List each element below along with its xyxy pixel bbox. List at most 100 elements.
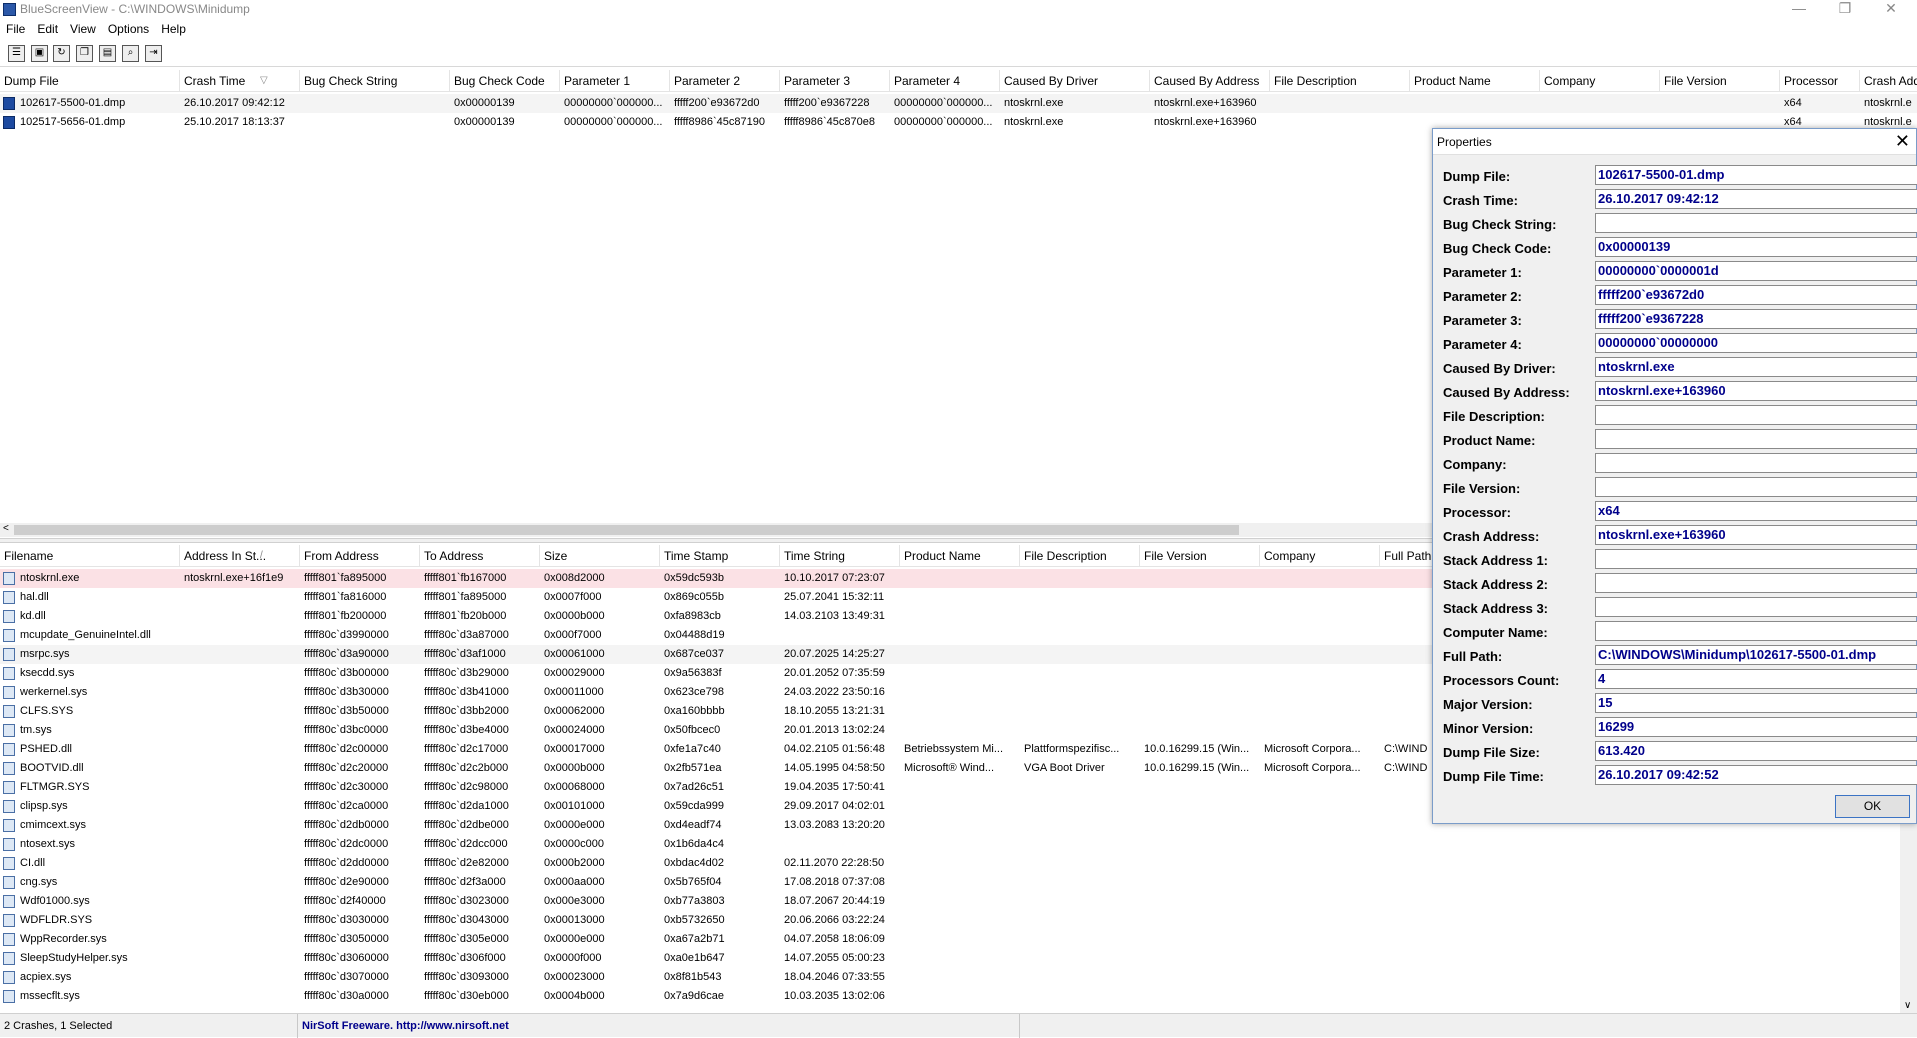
table-row[interactable]: cng.sys fffff80c`d2e90000 fffff80c`d2f3a00… [0, 873, 1900, 892]
table-cell: WppRecorder.sys [20, 933, 107, 945]
table-row[interactable]: Wdf01000.sys fffff80c`d2f40000 fffff80c`d3… [0, 892, 1900, 911]
table-cell: 0x00013000 [544, 914, 605, 926]
table-cell: tm.sys [20, 724, 52, 736]
property-value-field[interactable] [1595, 573, 1917, 593]
table-cell: fffff8986`45c87190 [674, 116, 765, 128]
copy-icon[interactable]: ❐ [76, 45, 93, 62]
crash-column-header[interactable]: Product Name [1410, 70, 1540, 92]
table-row[interactable]: ntosext.sys fffff80c`d2dc0000 fffff80c`d2d… [0, 835, 1900, 854]
html-report-icon[interactable]: ▤ [99, 45, 116, 62]
driver-column-header[interactable]: Time Stamp [660, 545, 780, 567]
crash-column-header[interactable]: File Version [1660, 70, 1780, 92]
property-value-field[interactable]: 16299 [1595, 717, 1917, 737]
property-value-field[interactable] [1595, 621, 1917, 641]
crash-column-header[interactable]: Parameter 3 [780, 70, 890, 92]
menu-help[interactable]: Help [155, 20, 192, 36]
ok-button[interactable]: OK [1835, 795, 1910, 818]
crash-column-header[interactable]: Caused By Address [1150, 70, 1270, 92]
property-value-field[interactable]: ntoskrnl.exe+163960 [1595, 381, 1917, 401]
table-cell: 0x00068000 [544, 781, 605, 793]
crash-column-header[interactable]: Crash Time [180, 70, 300, 92]
driver-column-header[interactable]: Time String [780, 545, 900, 567]
table-cell: fffff80c`d3030000 [304, 914, 389, 926]
table-row[interactable]: acpiex.sys fffff80c`d3070000 fffff80c`d309… [0, 968, 1900, 987]
property-value-field[interactable]: x64 [1595, 501, 1917, 521]
table-cell: 0x00023000 [544, 971, 605, 983]
property-value-field[interactable]: fffff200`e9367228 [1595, 309, 1917, 329]
scrollbar-thumb[interactable] [14, 525, 1239, 535]
table-row[interactable]: mssecflt.sys fffff80c`d30a0000 fffff80c`d3… [0, 987, 1900, 1006]
property-value-field[interactable] [1595, 429, 1917, 449]
driver-column-header[interactable]: File Description [1020, 545, 1140, 567]
file-icon [3, 572, 15, 585]
property-value-field[interactable]: 00000000`0000001d [1595, 261, 1917, 281]
driver-column-header[interactable]: Size [540, 545, 660, 567]
crash-column-header[interactable]: Company [1540, 70, 1660, 92]
crash-column-header[interactable]: Bug Check Code [450, 70, 560, 92]
table-cell: fffff80c`d3093000 [424, 971, 509, 983]
table-cell: fffff8986`45c870e8 [784, 116, 875, 128]
crash-column-header[interactable]: Parameter 1 [560, 70, 670, 92]
crash-column-header[interactable]: Parameter 4 [890, 70, 1000, 92]
driver-column-header[interactable]: To Address [420, 545, 540, 567]
driver-column-header[interactable]: Filename [0, 545, 180, 567]
table-row[interactable]: SleepStudyHelper.sys fffff80c`d3060000 fff… [0, 949, 1900, 968]
table-cell: 20.01.2052 07:35:59 [784, 667, 885, 679]
scroll-left-icon[interactable]: < [3, 523, 9, 534]
menu-options[interactable]: Options [102, 20, 155, 36]
property-value-field[interactable]: 102617-5500-01.dmp [1595, 165, 1917, 185]
refresh-icon[interactable]: ↻ [53, 45, 70, 62]
property-value-field[interactable]: 613.420 [1595, 741, 1917, 761]
crash-column-header[interactable]: File Description [1270, 70, 1410, 92]
crash-column-header[interactable]: Processor [1780, 70, 1860, 92]
scroll-down-icon[interactable]: ∨ [1904, 1000, 1911, 1011]
property-value-field[interactable] [1595, 549, 1917, 569]
crash-column-header[interactable]: Caused By Driver [1000, 70, 1150, 92]
driver-column-header[interactable]: File Version [1140, 545, 1260, 567]
maximize-button[interactable]: ❐ [1822, 0, 1868, 20]
minimize-button[interactable]: — [1776, 0, 1822, 20]
property-value-field[interactable]: ntoskrnl.exe [1595, 357, 1917, 377]
property-value-field[interactable] [1595, 405, 1917, 425]
driver-column-header[interactable]: From Address [300, 545, 420, 567]
property-value-field[interactable]: 26.10.2017 09:42:52 [1595, 765, 1917, 785]
crash-column-header[interactable]: Bug Check String [300, 70, 450, 92]
property-value-field[interactable]: 00000000`00000000 [1595, 333, 1917, 353]
table-row[interactable]: WDFLDR.SYS fffff80c`d3030000 fffff80c`d304… [0, 911, 1900, 930]
driver-column-header[interactable]: Product Name [900, 545, 1020, 567]
property-value-field[interactable]: fffff200`e93672d0 [1595, 285, 1917, 305]
property-value-field[interactable]: 15 [1595, 693, 1917, 713]
crash-column-header[interactable]: Dump File [0, 70, 180, 92]
menu-edit[interactable]: Edit [31, 20, 64, 36]
properties-icon[interactable]: ☰ [8, 45, 25, 62]
driver-column-header[interactable]: Company [1260, 545, 1380, 567]
property-value-field[interactable]: ntoskrnl.exe+163960 [1595, 525, 1917, 545]
table-cell: clipsp.sys [20, 800, 68, 812]
menu-file[interactable]: File [0, 20, 31, 36]
property-value-field[interactable]: C:\WINDOWS\Minidump\102617-5500-01.dmp [1595, 645, 1917, 665]
exit-icon[interactable]: ⇥ [145, 45, 162, 62]
property-value-field[interactable] [1595, 477, 1917, 497]
table-cell: Microsoft Corpora... [1264, 762, 1361, 774]
property-value-field[interactable]: 26.10.2017 09:42:12 [1595, 189, 1917, 209]
crash-column-header[interactable]: Parameter 2 [670, 70, 780, 92]
property-value-field[interactable] [1595, 453, 1917, 473]
file-icon [3, 819, 15, 832]
driver-column-header[interactable]: Address In St... [180, 545, 300, 567]
property-value-field[interactable]: 0x00000139 [1595, 237, 1917, 257]
property-value-field[interactable]: 4 [1595, 669, 1917, 689]
save-icon[interactable]: ▣ [31, 45, 48, 62]
table-row[interactable]: CI.dll fffff80c`d2dd0000 fffff80c`d2e82000… [0, 854, 1900, 873]
property-value-field[interactable] [1595, 597, 1917, 617]
nirsoft-link[interactable]: NirSoft Freeware. http://www.nirsoft.net [298, 1014, 1020, 1038]
dialog-close-icon[interactable]: ✕ [1895, 131, 1910, 151]
table-row[interactable]: 102617-5500-01.dmp 26.10.2017 09:42:12 0x0… [0, 94, 1917, 113]
close-button[interactable]: ✕ [1868, 0, 1914, 20]
menu-view[interactable]: View [64, 20, 102, 36]
property-value-field[interactable] [1595, 213, 1917, 233]
table-cell: ntoskrnl.exe+163960 [1154, 97, 1257, 109]
find-icon[interactable]: ⌕ [122, 45, 139, 62]
crash-column-header[interactable]: Crash Add [1860, 70, 1917, 92]
table-row[interactable]: WppRecorder.sys fffff80c`d3050000 fffff80c… [0, 930, 1900, 949]
horizontal-scrollbar[interactable]: < [0, 523, 1432, 537]
